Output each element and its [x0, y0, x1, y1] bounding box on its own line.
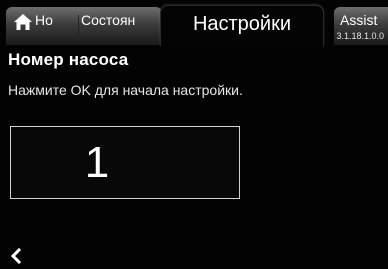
version-label: 3.1.18.1.0.0	[336, 31, 384, 41]
pump-number-field[interactable]: 1	[10, 126, 240, 199]
page-title: Номер насоса	[8, 50, 129, 69]
tab-bar: Но Состоян Настройки Assist 3.1.18.1.0.0	[0, 0, 388, 46]
pump-display-screen: Но Состоян Настройки Assist 3.1.18.1.0.0…	[0, 0, 388, 269]
instruction-text: Нажмите OK для начала настройки.	[8, 82, 243, 98]
tab-home[interactable]: Но	[35, 11, 53, 29]
tab-settings[interactable]: Настройки	[160, 5, 324, 46]
tab-assist[interactable]: Assist	[340, 11, 377, 29]
chevron-left-icon	[9, 247, 23, 265]
tab-status[interactable]: Состоян	[81, 11, 157, 29]
back-button[interactable]	[2, 242, 32, 269]
tab-divider	[78, 15, 79, 35]
tab-settings-label: Настройки	[192, 13, 292, 35]
pump-number-value: 1	[84, 138, 110, 187]
home-icon[interactable]	[13, 13, 33, 31]
